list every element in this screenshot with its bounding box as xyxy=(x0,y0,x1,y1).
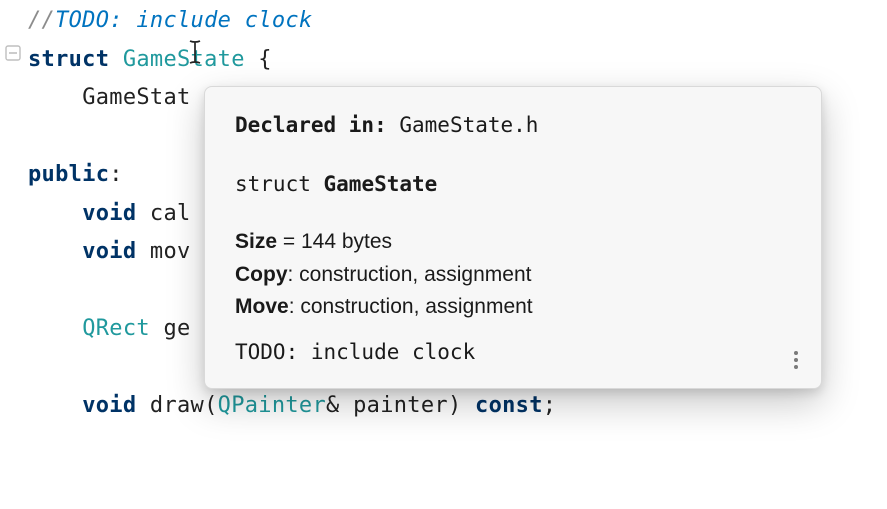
tooltip-signature: struct GameState xyxy=(235,168,793,201)
tooltip-todo: TODO: include clock xyxy=(235,336,793,369)
tooltip-declared-in: Declared in: GameState.h xyxy=(235,109,793,142)
tooltip-size: Size = 144 bytes xyxy=(235,226,793,259)
tooltip-move: Move: construction, assignment xyxy=(235,291,793,324)
quick-doc-tooltip: Declared in: GameState.h struct GameStat… xyxy=(204,86,822,389)
more-actions-icon[interactable] xyxy=(787,346,805,374)
code-line-draw: void draw(QPainter& painter) const; xyxy=(28,387,887,426)
code-line-comment: //TODO: include clock xyxy=(28,2,887,41)
code-line-struct: struct GameState { xyxy=(28,41,887,80)
fold-toggle[interactable] xyxy=(4,44,22,62)
tooltip-copy: Copy: construction, assignment xyxy=(235,259,793,292)
